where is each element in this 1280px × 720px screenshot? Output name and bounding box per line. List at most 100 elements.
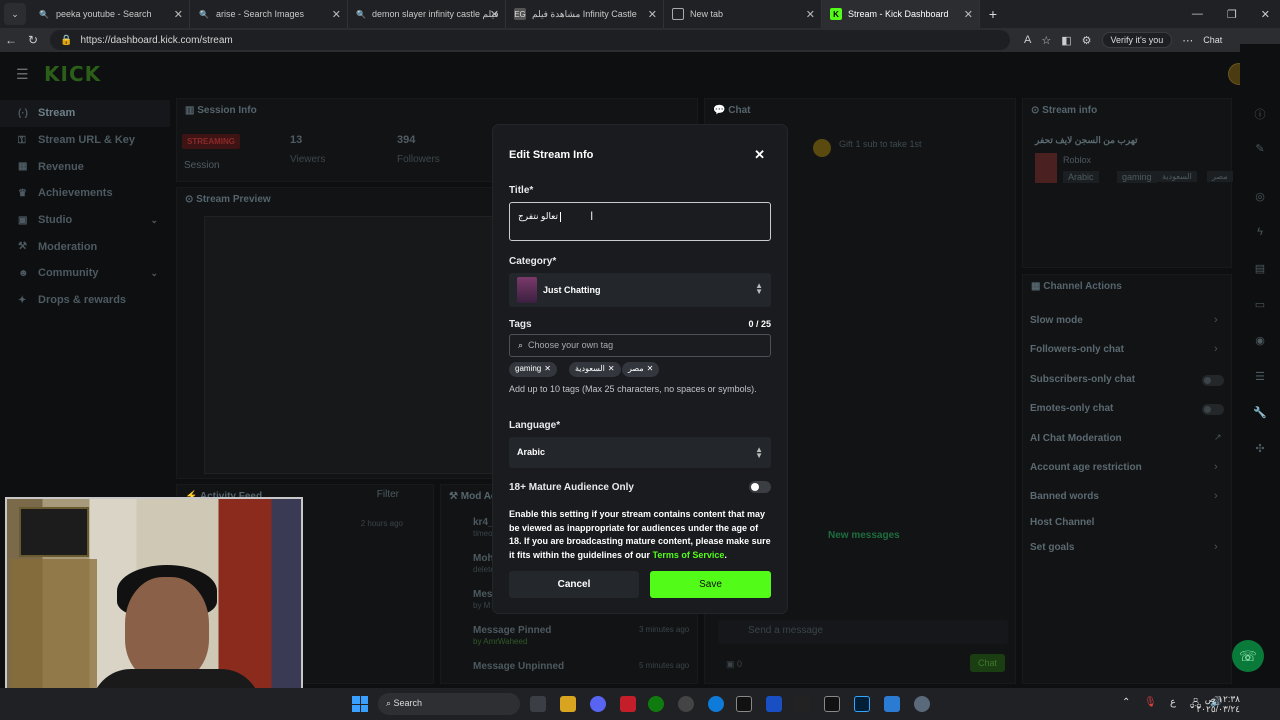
close-tab-icon[interactable]: ✕ [174, 8, 183, 21]
reload-icon[interactable]: ↻ [22, 33, 44, 47]
terminal-icon[interactable] [794, 696, 810, 712]
sidebar-item-moderation[interactable]: ⚒ Moderation [0, 233, 170, 260]
broadcast-icon[interactable]: ◉ [1250, 334, 1270, 354]
tab-search-arise[interactable]: 🔍 arise - Search Images ✕ [190, 0, 348, 28]
microphone-icon[interactable]: 🎙 [1144, 697, 1157, 708]
save-button[interactable]: Save [650, 571, 771, 598]
subscribers-only-action[interactable]: Subscribers-only chat [1030, 374, 1135, 385]
tag-search-input[interactable]: ⌕ Choose your own tag [509, 334, 771, 357]
mature-toggle[interactable] [749, 481, 771, 493]
target-icon[interactable]: ◎ [1250, 190, 1270, 210]
sidebar-item-drops-rewards[interactable]: ✦ Drops & rewards [0, 287, 170, 314]
photoshop-icon[interactable] [854, 696, 870, 712]
sidebar-item-stream-url-key[interactable]: ⚿ Stream URL & Key [0, 127, 170, 154]
new-tab-button[interactable]: + [980, 6, 1006, 22]
bolt-icon[interactable]: ϟ [1250, 226, 1270, 246]
info-icon[interactable]: ⓘ [1250, 106, 1270, 126]
menu-icon[interactable]: ☰ [16, 66, 29, 83]
close-tab-icon[interactable]: ✕ [332, 8, 341, 21]
close-tab-icon[interactable]: ✕ [490, 8, 499, 21]
document-icon[interactable]: ▤ [1250, 262, 1270, 282]
restore-icon[interactable]: ❐ [1227, 8, 1237, 21]
discord-icon[interactable] [590, 696, 606, 712]
more-icon[interactable]: ⋯ [1182, 34, 1193, 47]
task-view-icon[interactable] [530, 696, 546, 712]
back-icon[interactable]: ← [0, 33, 22, 47]
sidebar-item-community[interactable]: ☻ Community ⌄ [0, 260, 170, 287]
chat-input[interactable]: Send a message [718, 620, 1008, 644]
sidebar-item-stream[interactable]: (·) Stream [0, 100, 170, 127]
support-chat-icon[interactable]: ☏ [1232, 640, 1264, 672]
settings-icon[interactable] [914, 696, 930, 712]
right-rail: ⓘ ✎ ◎ ϟ ▤ ▭ ◉ ☰ 🔧 ✣ [1240, 44, 1280, 636]
subscribers-only-toggle[interactable] [1202, 375, 1224, 386]
stream-title-input[interactable]: تعالو نتفرج [509, 202, 771, 241]
file-explorer-icon[interactable] [560, 696, 576, 712]
chat-send-button[interactable]: Chat [970, 654, 1006, 672]
new-messages-indicator[interactable]: New messages [828, 530, 900, 541]
capcut-icon[interactable] [736, 696, 752, 712]
text-cursor-icon: I [590, 209, 594, 223]
taskbar-search[interactable]: ⌕ Search [378, 693, 520, 715]
xbox-icon[interactable] [648, 696, 664, 712]
sidebar-item-studio[interactable]: ▣ Studio ⌄ [0, 207, 170, 234]
clock[interactable]: ١٢:٣٨ ص ٢٠٢٥/٠٣/٢٤ [1196, 694, 1240, 714]
slow-mode-action[interactable]: Slow mode [1030, 315, 1083, 326]
banned-words-action[interactable]: Banned words [1030, 491, 1099, 502]
tab-infinity-castle[interactable]: EG مشاهدة فيلم Infinity Castle ✕ [506, 0, 664, 28]
input-language[interactable]: ع [1170, 697, 1176, 708]
kick-logo[interactable]: KICK [44, 62, 101, 86]
sidebar-item-achievements[interactable]: ♛ Achievements [0, 180, 170, 207]
app-icon[interactable] [884, 696, 900, 712]
edit-icon[interactable]: ✎ [1250, 142, 1270, 162]
followers-only-action[interactable]: Followers-only chat [1030, 344, 1124, 355]
ai-moderation-action[interactable]: AI Chat Moderation [1030, 433, 1122, 444]
read-aloud-icon[interactable]: A [1024, 34, 1031, 46]
tray-chevron-up-icon[interactable]: ⌃ [1122, 697, 1130, 708]
category-select[interactable]: Just Chatting ▲ ▼ [509, 273, 771, 307]
favorite-star-icon[interactable]: ☆ [1041, 34, 1051, 47]
windows-start-icon[interactable] [352, 696, 368, 712]
host-channel-action[interactable]: Host Channel [1030, 517, 1094, 528]
address-field[interactable]: 🔒 https://dashboard.kick.com/stream [50, 30, 1010, 50]
cancel-button[interactable]: Cancel [509, 571, 639, 598]
language-select[interactable]: Arabic ▲ ▼ [509, 437, 771, 468]
minimize-icon[interactable]: — [1192, 8, 1203, 21]
list-icon[interactable]: ☰ [1250, 370, 1270, 390]
steam-icon[interactable] [678, 696, 694, 712]
account-age-action[interactable]: Account age restriction [1030, 462, 1142, 473]
tab-list-dropdown-icon[interactable]: ⌄ [4, 3, 26, 25]
tab-search-demon-slayer[interactable]: 🔍 demon slayer infinity castle فيلم ✕ [348, 0, 506, 28]
tab-kick-dashboard[interactable]: K Stream - Kick Dashboard ✕ [822, 0, 980, 28]
close-tab-icon[interactable]: ✕ [964, 8, 973, 21]
verify-profile-button[interactable]: Verify it's you [1101, 32, 1173, 48]
remove-tag-icon[interactable]: ✕ [544, 364, 551, 373]
activity-filter-button[interactable]: Filter [377, 489, 399, 500]
chevron-right-icon: › [1214, 343, 1218, 355]
puzzle-icon[interactable]: ✣ [1250, 442, 1270, 462]
terms-of-service-link[interactable]: Terms of Service [653, 550, 725, 560]
app-icon[interactable] [824, 696, 840, 712]
emotes-only-action[interactable]: Emotes-only chat [1030, 403, 1113, 414]
extension-icon[interactable]: ◧ [1061, 34, 1071, 47]
set-goals-action[interactable]: Set goals [1030, 542, 1074, 553]
search-icon: 🔍 [39, 9, 49, 19]
remove-tag-icon[interactable]: ✕ [647, 364, 654, 373]
tab-new-tab[interactable]: New tab ✕ [664, 0, 822, 28]
chat-bubble-icon[interactable]: ▭ [1250, 298, 1270, 318]
edge-icon[interactable] [708, 696, 724, 712]
settings-icon[interactable]: ⚙ [1082, 34, 1092, 47]
wrench-icon[interactable]: 🔧 [1250, 406, 1270, 426]
copilot-chat-button[interactable]: Chat [1203, 35, 1222, 45]
emotes-only-toggle[interactable] [1202, 404, 1224, 415]
close-window-icon[interactable]: ✕ [1261, 8, 1270, 21]
close-icon[interactable]: ✕ [754, 147, 765, 163]
sidebar-item-revenue[interactable]: ▦ Revenue [0, 153, 170, 180]
close-tab-icon[interactable]: ✕ [648, 8, 657, 21]
app-icon[interactable] [766, 696, 782, 712]
gift-icon [813, 139, 831, 157]
remove-tag-icon[interactable]: ✕ [608, 364, 615, 373]
close-tab-icon[interactable]: ✕ [806, 8, 815, 21]
app-icon[interactable] [620, 696, 636, 712]
tab-search-peeka[interactable]: 🔍 peeka youtube - Search ✕ [30, 0, 190, 28]
